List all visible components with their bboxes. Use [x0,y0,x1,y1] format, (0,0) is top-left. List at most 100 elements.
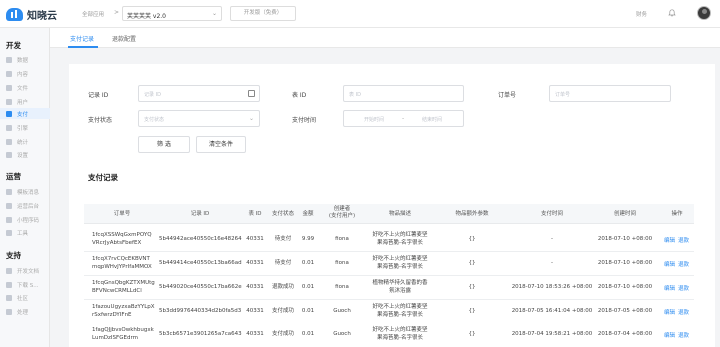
sidebar-item-payment[interactable]: 支付 [0,108,50,119]
sidebar-item-data[interactable]: 数据 [6,54,50,65]
record-id: 5b449414ce40550c13ba66ad [159,260,242,266]
tab-refund-config[interactable]: 退款配置 [112,34,136,43]
order-no-line2: LumDzISFGEdrm [92,335,138,341]
calendar-icon [248,90,255,97]
item-desc-line2: 果海苔脆-名字很长 [377,335,423,341]
edit-link[interactable]: 编辑 [664,236,675,244]
sidebar-item-ops-backend[interactable]: 运营后台 [6,200,50,211]
top-bar: 知晓云 全部应用 > 芙芙芙芙 v2.0 ⌄ 开发版（免费） 财务 [0,0,720,28]
col-pay-time: 支付时间 [540,211,563,217]
sidebar-item-template-msg[interactable]: 模板消息 [6,186,50,197]
item-extra: {} [468,331,476,337]
refund-link[interactable]: 退款 [678,236,689,244]
item-desc-line2: 果海苔脆-名字很长 [377,240,423,246]
record-id-input[interactable]: 记录 ID [138,85,260,102]
active-tab-indicator [68,46,98,48]
amount: 0.01 [301,331,315,337]
creator: Guoch [333,331,351,337]
sidebar-item-engine[interactable]: 引擎 [6,122,50,133]
chart-icon [6,138,12,145]
item-desc-line1: 好吃不上火的红薯麦坚 [372,327,428,333]
create-time: 2018-07-04 +08:00 [597,331,653,337]
sidebar-item-download-sdk[interactable]: 下载 S... [6,279,50,290]
sidebar-item-content[interactable]: 内容 [6,68,50,79]
app-select-value: 芙芙芙芙 v2.0 [127,13,167,20]
table-id-label: 表 ID [292,92,307,99]
bell-icon[interactable] [668,9,676,17]
pay-time: - [551,236,553,242]
create-time: 2018-07-10 +08:00 [597,236,653,242]
pay-status: 待支付 [274,260,292,266]
order-no-line2: VRcrJyAbtsFbefEX [92,240,142,246]
creator: fiona [335,236,349,242]
edit-link[interactable]: 编辑 [664,260,675,268]
logo[interactable]: 知晓云 [6,6,57,22]
sidebar-section-ops: 运营 [6,172,21,181]
clear-filters-button[interactable]: 清空条件 [196,136,246,153]
message-icon [6,188,12,195]
gear-icon [6,151,12,158]
env-button[interactable]: 开发版（免费） [230,6,296,21]
item-desc-line2: 氛沐浴露 [388,288,411,294]
qrcode-icon [6,216,12,223]
table-id: 40331 [246,284,264,290]
sidebar-section-dev: 开发 [6,41,21,50]
edit-link[interactable]: 编辑 [664,331,675,339]
doc-icon [6,267,12,274]
item-extra: {} [468,260,476,266]
sidebar-item-stats[interactable]: 统计 [6,136,50,147]
tab-payment-records[interactable]: 支付记录 [70,34,94,43]
download-icon [6,281,12,288]
sidebar: 开发 数据 内容 文件 用户 支付 引擎 统计 设置 运营 模板消息 运营后台 … [0,28,50,347]
item-extra: {} [468,284,476,290]
table-id-input[interactable]: 表 ID [343,85,464,102]
sidebar-item-files[interactable]: 文件 [6,82,50,93]
sidebar-item-mini-code[interactable]: 小程序码 [6,214,50,225]
sidebar-item-tools[interactable]: 工具 [6,227,50,238]
sidebar-item-handle[interactable]: 处理 [6,306,50,317]
breadcrumb-all-apps[interactable]: 全部应用 [82,10,104,18]
sidebar-item-docs[interactable]: 开发文档 [6,265,50,276]
finance-link[interactable]: 财务 [636,10,647,18]
table-id: 40331 [246,236,264,242]
order-no-line1: 1fcqX7rvCQcEKBVNT [92,256,150,262]
refund-link[interactable]: 退款 [678,260,689,268]
edit-link[interactable]: 编辑 [664,284,675,292]
order-no-line2: BFVNcwCRMLLdCl [92,288,142,294]
item-extra: {} [468,236,476,242]
item-extra: {} [468,308,476,314]
col-item-desc: 物品描述 [388,211,411,217]
col-actions: 操作 [671,211,683,217]
table-header: 订单号 记录 ID 表 ID 支付状态 金额 创建者 (支付用户) 物品描述 物… [84,204,694,224]
refund-link[interactable]: 退款 [678,284,689,292]
app-select[interactable]: 芙芙芙芙 v2.0 ⌄ [122,6,222,21]
refund-link[interactable]: 退款 [678,331,689,339]
sidebar-item-users[interactable]: 用户 [6,96,50,107]
creator: fiona [335,284,349,290]
pay-time-range[interactable]: 开始时间 - 结束时间 [343,110,464,127]
item-desc-line1: 好吃不上火的红薯麦坚 [372,304,428,310]
col-item-extra: 物品额外参数 [455,211,489,217]
col-create-time: 创建时间 [613,211,636,217]
sidebar-item-settings[interactable]: 设置 [6,149,50,160]
pay-time: - [551,260,553,266]
engine-icon [6,124,12,131]
user-avatar[interactable] [697,6,711,20]
order-no-label: 订单号 [498,92,517,99]
table-id: 40331 [246,308,264,314]
create-time: 2018-07-10 +08:00 [597,260,653,266]
filter-button[interactable]: 筛 选 [138,136,190,153]
amount: 0.01 [301,284,315,290]
edit-link[interactable]: 编辑 [664,308,675,316]
pay-status-select[interactable]: 支付状态 ⌄ [138,110,260,127]
order-no-line1: 1fagQJjbvsOwkhbugxk [92,327,154,333]
refund-link[interactable]: 退款 [678,308,689,316]
sidebar-item-community[interactable]: 社区 [6,292,50,303]
item-desc-line1: 植物精华持久留香的香 [372,280,428,286]
order-no-input[interactable]: 订单号 [549,85,671,102]
pay-time: 2018-07-05 16:41:04 +08:00 [511,308,593,314]
section-title: 支付记录 [88,173,118,182]
item-desc-line1: 好吃不上火的红薯麦坚 [372,232,428,238]
pay-time: 2018-07-04 19:58:21 +08:00 [511,331,593,337]
amount: 0.01 [301,308,315,314]
